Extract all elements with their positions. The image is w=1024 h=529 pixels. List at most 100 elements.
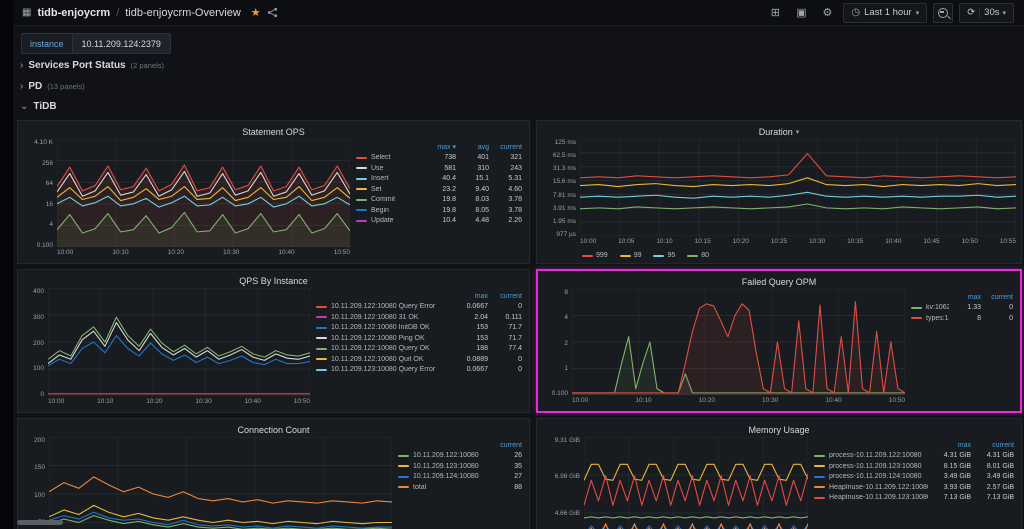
add-panel-button[interactable]: ⊞ <box>765 3 785 23</box>
chart[interactable] <box>57 139 350 247</box>
row-panel-count: (2 panels) <box>131 61 164 70</box>
legend-series-label[interactable]: 10.11.209.123:10080 Query Error <box>331 366 454 373</box>
legend-row[interactable]: process-10.11.209.124:100803.49 GiB3.49 … <box>814 472 1014 483</box>
legend-sort-header[interactable]: max <box>457 293 488 300</box>
legend-sort-header[interactable]: current <box>984 294 1013 301</box>
legend-item[interactable]: 99 <box>620 252 642 259</box>
legend-row[interactable]: 10.11.209.122:10080 Quit OK0.08890 <box>316 354 522 365</box>
chart[interactable] <box>48 288 310 396</box>
legend-series-label[interactable]: 10.11.209.122:10080 Ping OK <box>331 335 454 342</box>
legend-series-label[interactable]: 10.11.209.122:10080 Query Error <box>331 303 454 310</box>
legend-series-label[interactable]: 10.11.209.122:10080 Quit OK <box>331 356 454 363</box>
legend-series-label[interactable]: process-10.11.209.124:10080 <box>829 473 928 480</box>
panel-title[interactable]: QPS By Instance <box>23 273 524 288</box>
legend-series-label[interactable]: 10.11.209.124:10080 <box>413 473 489 480</box>
legend-row[interactable]: Insert40.415.15.31 <box>356 174 522 185</box>
panel-title[interactable]: Connection Count <box>23 422 524 437</box>
row-services-port-status[interactable]: › Services Port Status (2 panels) <box>20 60 164 71</box>
legend-row[interactable]: types:140680 <box>911 313 1013 324</box>
legend-series-label[interactable]: process-10.11.209.123:10080 <box>829 463 928 470</box>
legend-row[interactable]: 10.11.209.122:1008026 <box>398 451 522 462</box>
legend-series-label[interactable]: Commit <box>371 196 423 203</box>
refresh-button[interactable]: ⟳ <box>967 7 975 18</box>
legend-row[interactable]: Select738401321 <box>356 153 522 164</box>
legend-row[interactable]: 10.11.209.122:10080 31 OK2.040.111 <box>316 312 522 323</box>
legend-sort-header[interactable]: max ▾ <box>426 143 456 151</box>
share-icon[interactable] <box>267 7 278 18</box>
legend-row[interactable]: Use581310243 <box>356 163 522 174</box>
chart[interactable] <box>580 139 1016 236</box>
legend-row[interactable]: Set23.29.404.60 <box>356 184 522 195</box>
save-dashboard-button[interactable]: ▣ <box>791 3 811 23</box>
chart[interactable] <box>584 437 808 529</box>
legend-item[interactable]: 999 <box>582 252 608 259</box>
chart[interactable] <box>49 437 392 529</box>
legend-series-label[interactable]: HeapInuse-10.11.209.122:10080 <box>829 484 928 491</box>
legend-series-label[interactable]: Update <box>371 217 423 224</box>
row-tidb[interactable]: ⌄ TiDB <box>20 101 57 112</box>
panel-menu-caret-icon[interactable]: ▾ <box>796 128 800 136</box>
legend-series-label[interactable]: HeapInuse-10.11.209.123:10080 <box>829 494 928 501</box>
legend-series-label[interactable]: Set <box>371 186 423 193</box>
legend-row[interactable]: Update10.44.482.26 <box>356 216 522 227</box>
legend-sort-header[interactable]: avg <box>459 144 489 151</box>
chevron-down-icon: ⌄ <box>20 101 28 112</box>
legend-row[interactable]: 10.11.209.122:10080 Query OK18877.4 <box>316 344 522 355</box>
legend-series-label[interactable]: kv:1062 <box>926 304 949 311</box>
time-range-picker[interactable]: ◷ Last 1 hour ▾ <box>843 3 927 23</box>
legend-series-label[interactable]: 10.11.209.122:10080 InitDB OK <box>331 324 454 331</box>
legend-row[interactable]: 10.11.209.122:10080 InitDB OK15371.7 <box>316 323 522 334</box>
caret-down-icon: ▾ <box>916 9 920 17</box>
legend-row[interactable]: 10.11.209.122:10080 Query Error0.06670 <box>316 302 522 313</box>
legend-sort-header[interactable]: current <box>974 442 1014 449</box>
legend-row[interactable]: 10.11.209.124:1008027 <box>398 472 522 483</box>
legend-row[interactable]: 10.11.209.122:10080 Ping OK15371.7 <box>316 333 522 344</box>
legend-series-label[interactable]: Use <box>371 165 423 172</box>
legend-series-label[interactable]: 10.11.209.122:10080 Query OK <box>331 345 454 352</box>
panel-title[interactable]: Statement OPS <box>23 124 524 139</box>
star-icon[interactable]: ★ <box>251 6 261 19</box>
horizontal-scrollbar-thumb[interactable] <box>17 520 63 525</box>
legend-row[interactable]: process-10.11.209.122:100804.31 GiB4.31 … <box>814 451 1014 462</box>
legend-series-label[interactable]: process-10.11.209.122:10080 <box>829 452 928 459</box>
legend-sort-header[interactable]: current <box>492 144 522 151</box>
x-axis-label: 10:50 <box>334 249 350 261</box>
legend-item[interactable]: 80 <box>687 252 709 259</box>
legend-series-label[interactable]: Select <box>371 154 423 161</box>
variable-value-dropdown[interactable]: 10.11.209.124:2379 <box>72 33 171 54</box>
legend-row[interactable]: HeapInuse-10.11.209.122:100803.93 GiB2.5… <box>814 482 1014 493</box>
legend-series-label[interactable]: 10.11.209.122:10080 <box>413 452 489 459</box>
legend-series-label[interactable]: types:1406 <box>926 315 949 322</box>
legend-series-label[interactable]: 10.11.209.123:10080 <box>413 463 489 470</box>
x-axis-label: 10:20 <box>733 238 749 250</box>
legend-value: 19.8 <box>426 196 456 203</box>
legend-sort-header[interactable]: max <box>931 442 971 449</box>
refresh-interval-button[interactable]: 30s ▾ <box>984 7 1006 18</box>
legend-row[interactable]: Begin19.88.053.78 <box>356 205 522 216</box>
row-pd[interactable]: › PD (13 panels) <box>20 81 85 92</box>
panel-title[interactable]: Failed Query OPM <box>543 274 1015 289</box>
legend-row[interactable]: kv:10621.330 <box>911 303 1013 314</box>
legend-sort-header[interactable]: current <box>491 293 522 300</box>
legend-row[interactable]: total88 <box>398 482 522 493</box>
legend-series-label[interactable]: Insert <box>371 175 423 182</box>
legend-item[interactable]: 95 <box>653 252 675 259</box>
panel-title[interactable]: Duration▾ <box>542 124 1016 139</box>
legend-series-label[interactable]: total <box>413 484 489 491</box>
legend-sort-header[interactable]: current <box>492 442 522 449</box>
panel-title[interactable]: Memory Usage <box>542 422 1016 437</box>
breadcrumb-parent[interactable]: tidb-enjoycrm <box>37 7 110 19</box>
legend-row[interactable]: 10.11.209.123:10080 Query Error0.06670 <box>316 365 522 376</box>
breadcrumb-current[interactable]: tidb-enjoycrm-Overview <box>125 7 241 19</box>
legend-series-label[interactable]: 10.11.209.122:10080 31 OK <box>331 314 454 321</box>
legend-series-label[interactable]: Begin <box>371 207 423 214</box>
zoom-out-button[interactable] <box>933 3 953 23</box>
legend-row[interactable]: HeapInuse-10.11.209.123:100807.13 GiB7.1… <box>814 493 1014 504</box>
legend-row[interactable]: Commit19.88.033.78 <box>356 195 522 206</box>
legend-sort-header[interactable]: max <box>952 294 981 301</box>
row-title: PD <box>28 81 42 92</box>
legend-row[interactable]: 10.11.209.123:1008035 <box>398 461 522 472</box>
legend-row[interactable]: process-10.11.209.123:100808.15 GiB8.01 … <box>814 461 1014 472</box>
dashboard-settings-button[interactable]: ⚙ <box>817 3 837 23</box>
chart[interactable] <box>572 289 905 395</box>
